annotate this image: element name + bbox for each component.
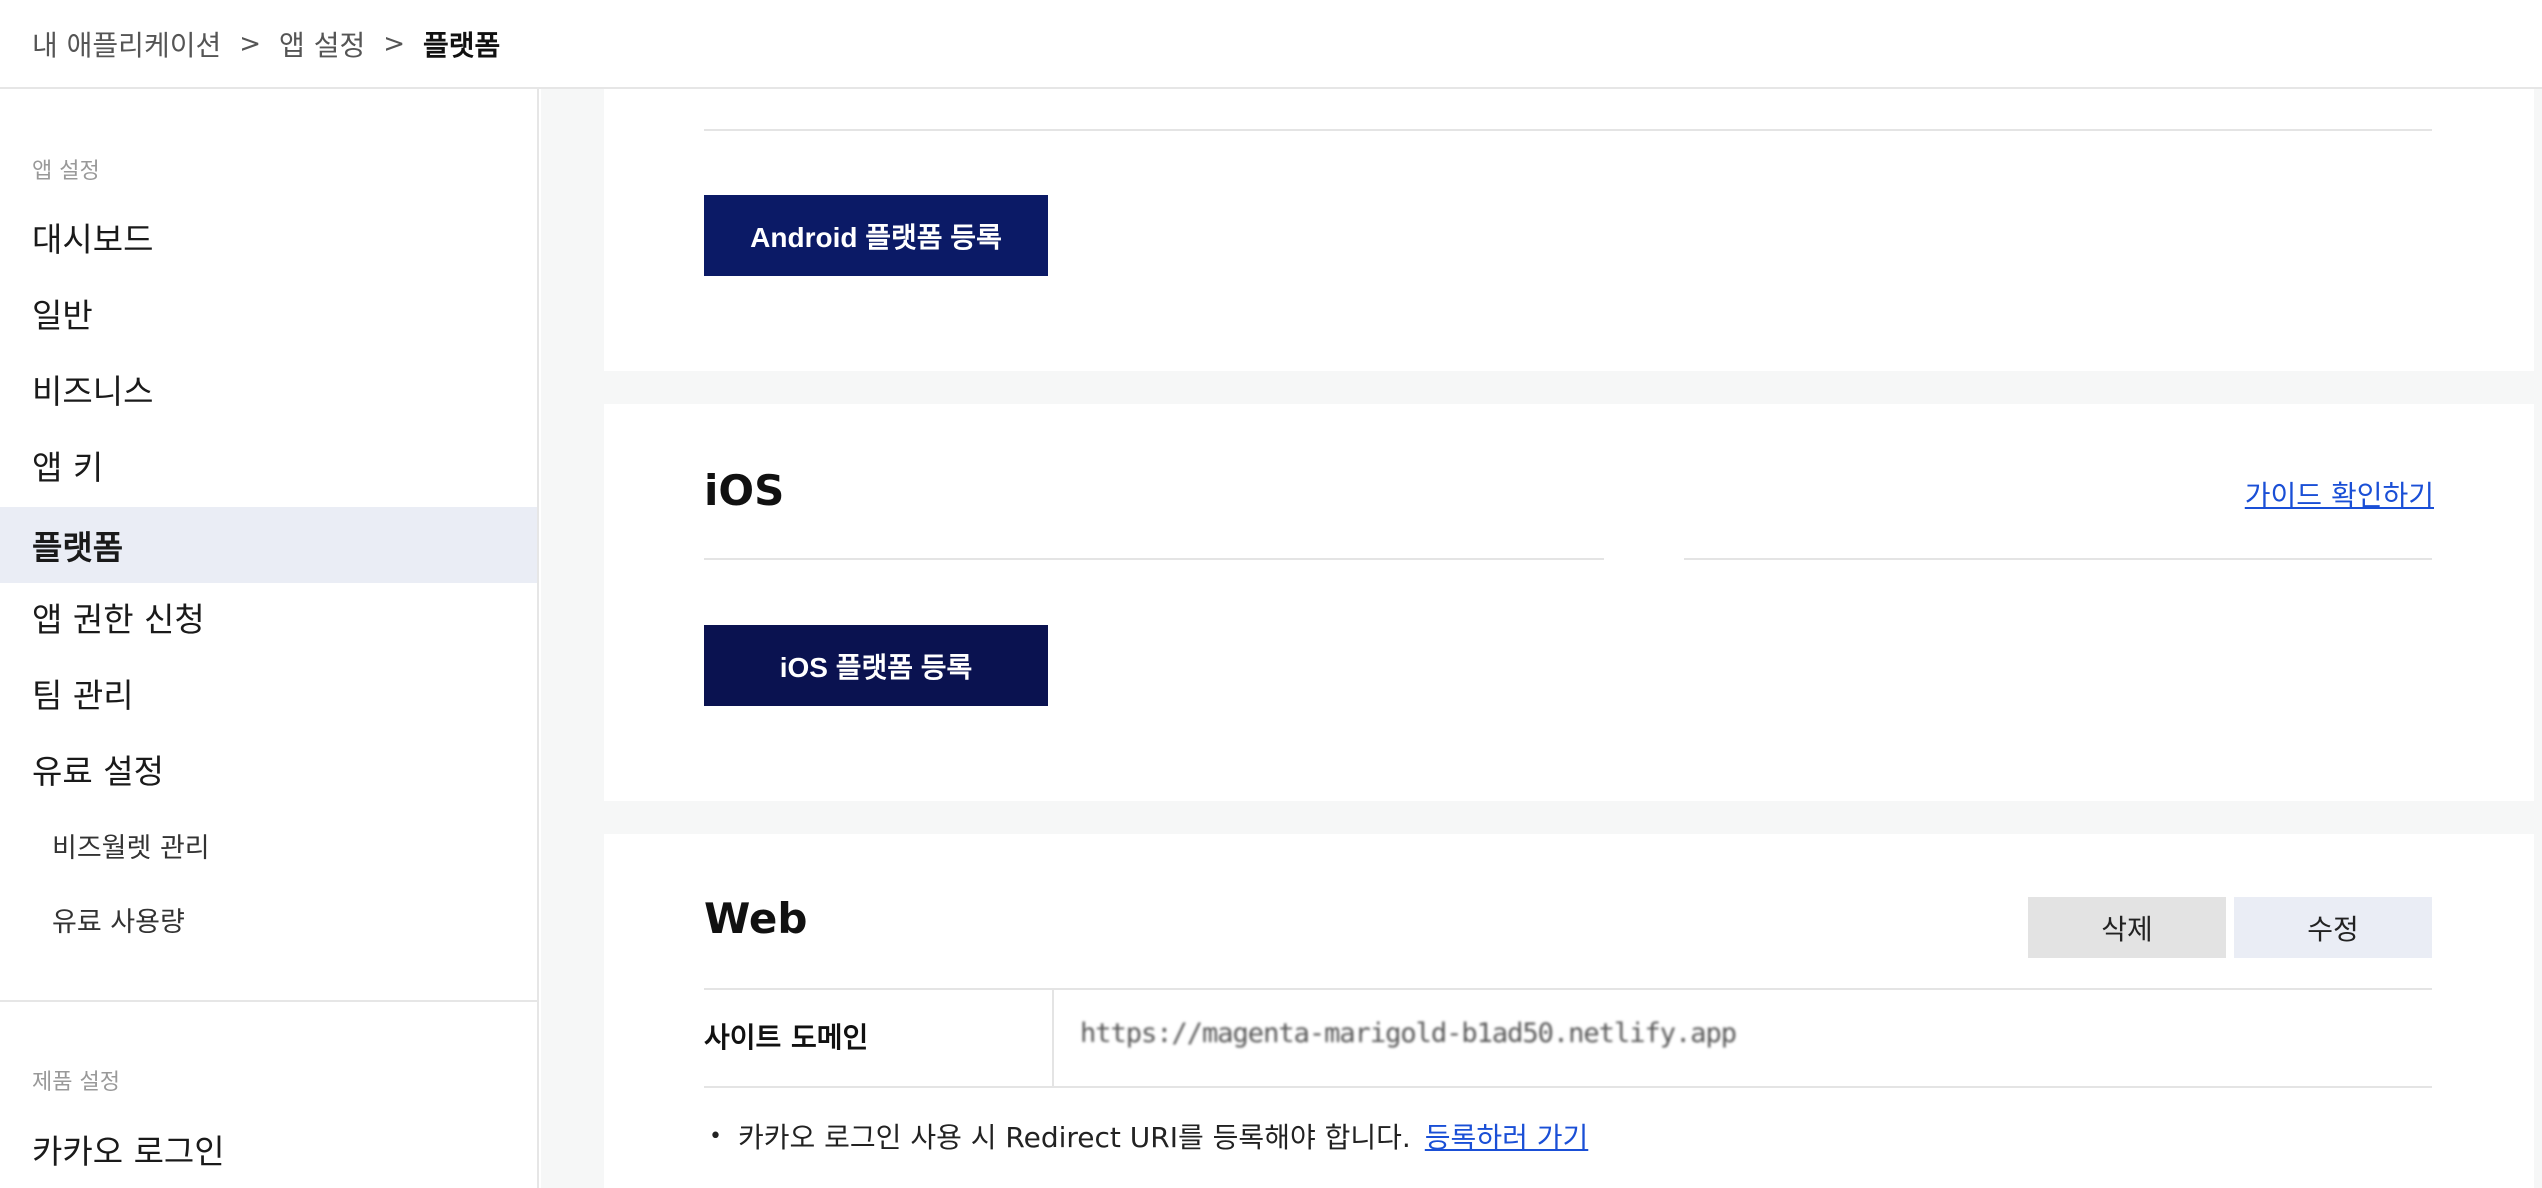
ios-divider-right [1684,558,2432,560]
android-register-button[interactable]: Android 플랫폼 등록 [704,195,1048,276]
register-redirect-link[interactable]: 등록하러 가기 [1425,1116,1588,1156]
web-card: Web 삭제 수정 사이트 도메인 https://magenta-marigo… [604,834,2534,1188]
delete-button[interactable]: 삭제 [2028,897,2226,958]
ios-title: iOS [704,466,785,515]
android-card: Android 플랫폼 등록 [604,89,2534,371]
breadcrumb-platform: 플랫폼 [423,28,501,62]
sidebar-subitem-paid-usage[interactable]: 유료 사용량 [0,889,537,949]
sidebar-section-app-settings: 앱 설정 [32,159,100,184]
sidebar-item-app-keys[interactable]: 앱 키 [0,427,537,503]
sidebar-subitem-bizwallet[interactable]: 비즈월렛 관리 [0,815,537,875]
sidebar-item-app-permission[interactable]: 앱 권한 신청 [0,579,537,655]
ios-card: iOS 가이드 확인하기 iOS 플랫폼 등록 [604,404,2534,801]
edit-button[interactable]: 수정 [2234,897,2432,958]
sidebar: 앱 설정 대시보드 일반 비즈니스 앱 키 플랫폼 앱 권한 신청 팀 관리 유… [0,89,539,1188]
breadcrumb-app-settings[interactable]: 앱 설정 [279,24,365,64]
sidebar-item-business[interactable]: 비즈니스 [0,351,537,427]
site-domain-value: https://magenta-marigold-b1ad50.netlify.… [1080,1018,1737,1049]
main-content: Android 플랫폼 등록 iOS 가이드 확인하기 iOS 플랫폼 등록 W… [541,89,2542,1188]
site-domain-label: 사이트 도메인 [704,1021,869,1054]
sidebar-item-kakao-login[interactable]: 카카오 로그인 [0,1111,537,1187]
web-title: Web [704,894,808,943]
note-bullet: • [709,1123,722,1149]
sidebar-section-product-settings: 제품 설정 [32,1070,120,1095]
sidebar-item-team[interactable]: 팀 관리 [0,655,537,731]
sidebar-item-dashboard[interactable]: 대시보드 [0,199,537,275]
sidebar-item-platform[interactable]: 플랫폼 [0,507,537,583]
redirect-uri-note: • 카카오 로그인 사용 시 Redirect URI를 등록해야 합니다. 등… [709,1116,1588,1156]
ios-divider-left [704,558,1604,560]
breadcrumb-separator: > [239,28,262,59]
breadcrumb-my-apps[interactable]: 내 애플리케이션 [32,24,221,64]
sidebar-divider [0,1000,537,1002]
ios-guide-link[interactable]: 가이드 확인하기 [2245,474,2434,514]
note-text: 카카오 로그인 사용 시 Redirect URI를 등록해야 합니다. [737,1121,1411,1154]
web-table-top-border [704,988,2432,990]
ios-register-button[interactable]: iOS 플랫폼 등록 [704,625,1048,706]
sidebar-item-paid-settings[interactable]: 유료 설정 [0,731,537,807]
breadcrumb-separator: > [383,28,406,59]
web-table-bottom-border [704,1086,2432,1088]
breadcrumb: 내 애플리케이션 > 앱 설정 > 플랫폼 [0,0,2542,89]
sidebar-item-general[interactable]: 일반 [0,275,537,351]
android-divider [704,129,2432,131]
web-table-column-divider [1052,990,1054,1086]
